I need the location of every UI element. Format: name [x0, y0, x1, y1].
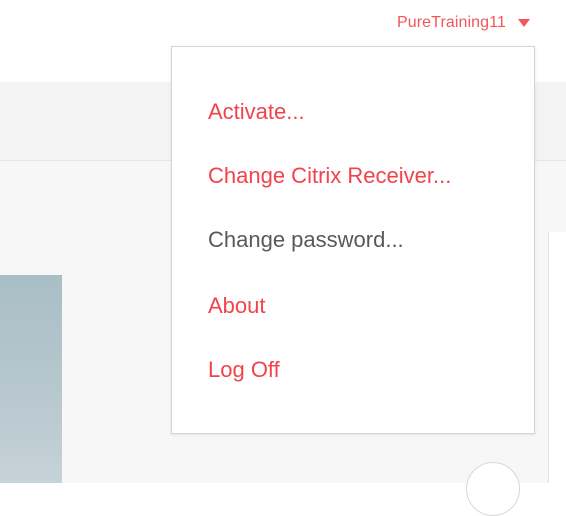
username-label: PureTraining11 — [396, 14, 506, 31]
user-menu-button[interactable]: PureTraining11 — [397, 14, 530, 32]
user-dropdown-menu: Activate... Change Citrix Receiver... Ch… — [171, 46, 535, 434]
circle-button[interactable] — [466, 462, 520, 516]
app-tile-panel — [0, 275, 62, 483]
menu-item-about[interactable]: About — [208, 293, 266, 319]
menu-item-log-off[interactable]: Log Off — [208, 357, 280, 383]
side-panel — [548, 232, 566, 483]
menu-item-change-citrix-receiver[interactable]: Change Citrix Receiver... — [208, 163, 451, 189]
menu-item-change-password[interactable]: Change password... — [208, 227, 404, 253]
menu-item-activate[interactable]: Activate... — [208, 99, 305, 125]
caret-down-icon — [518, 19, 530, 27]
